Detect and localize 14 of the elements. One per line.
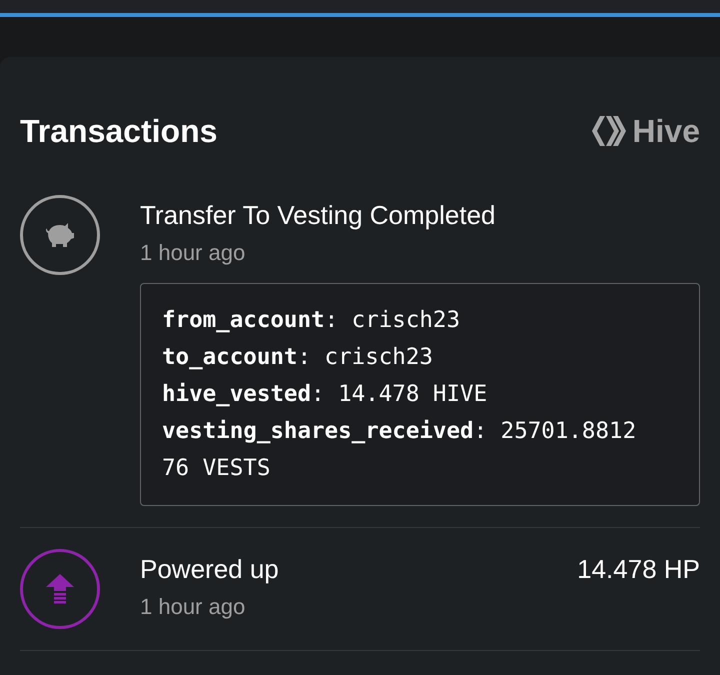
piggy-bank-icon: [44, 222, 76, 248]
transaction-time: 1 hour ago: [140, 593, 246, 621]
transaction-amount: 14.478 HP: [577, 553, 700, 585]
hive-logo-icon: [592, 116, 626, 146]
detail-line: from_account: crisch23: [162, 306, 462, 335]
transaction-time: 1 hour ago: [140, 239, 246, 267]
brand-name: Hive: [632, 112, 700, 151]
detail-line: hive_vested: 14.478 HIVE: [162, 380, 488, 409]
detail-line: vesting_shares_received: 25701.881276 VESTS: [162, 417, 638, 483]
transaction-title: Powered up: [140, 553, 279, 585]
card-title: Transactions: [20, 112, 218, 151]
detail-line: to_account: crisch23: [162, 343, 434, 372]
transaction-title: Transfer To Vesting Completed: [140, 199, 496, 231]
upload-arrow-icon: [46, 574, 74, 604]
